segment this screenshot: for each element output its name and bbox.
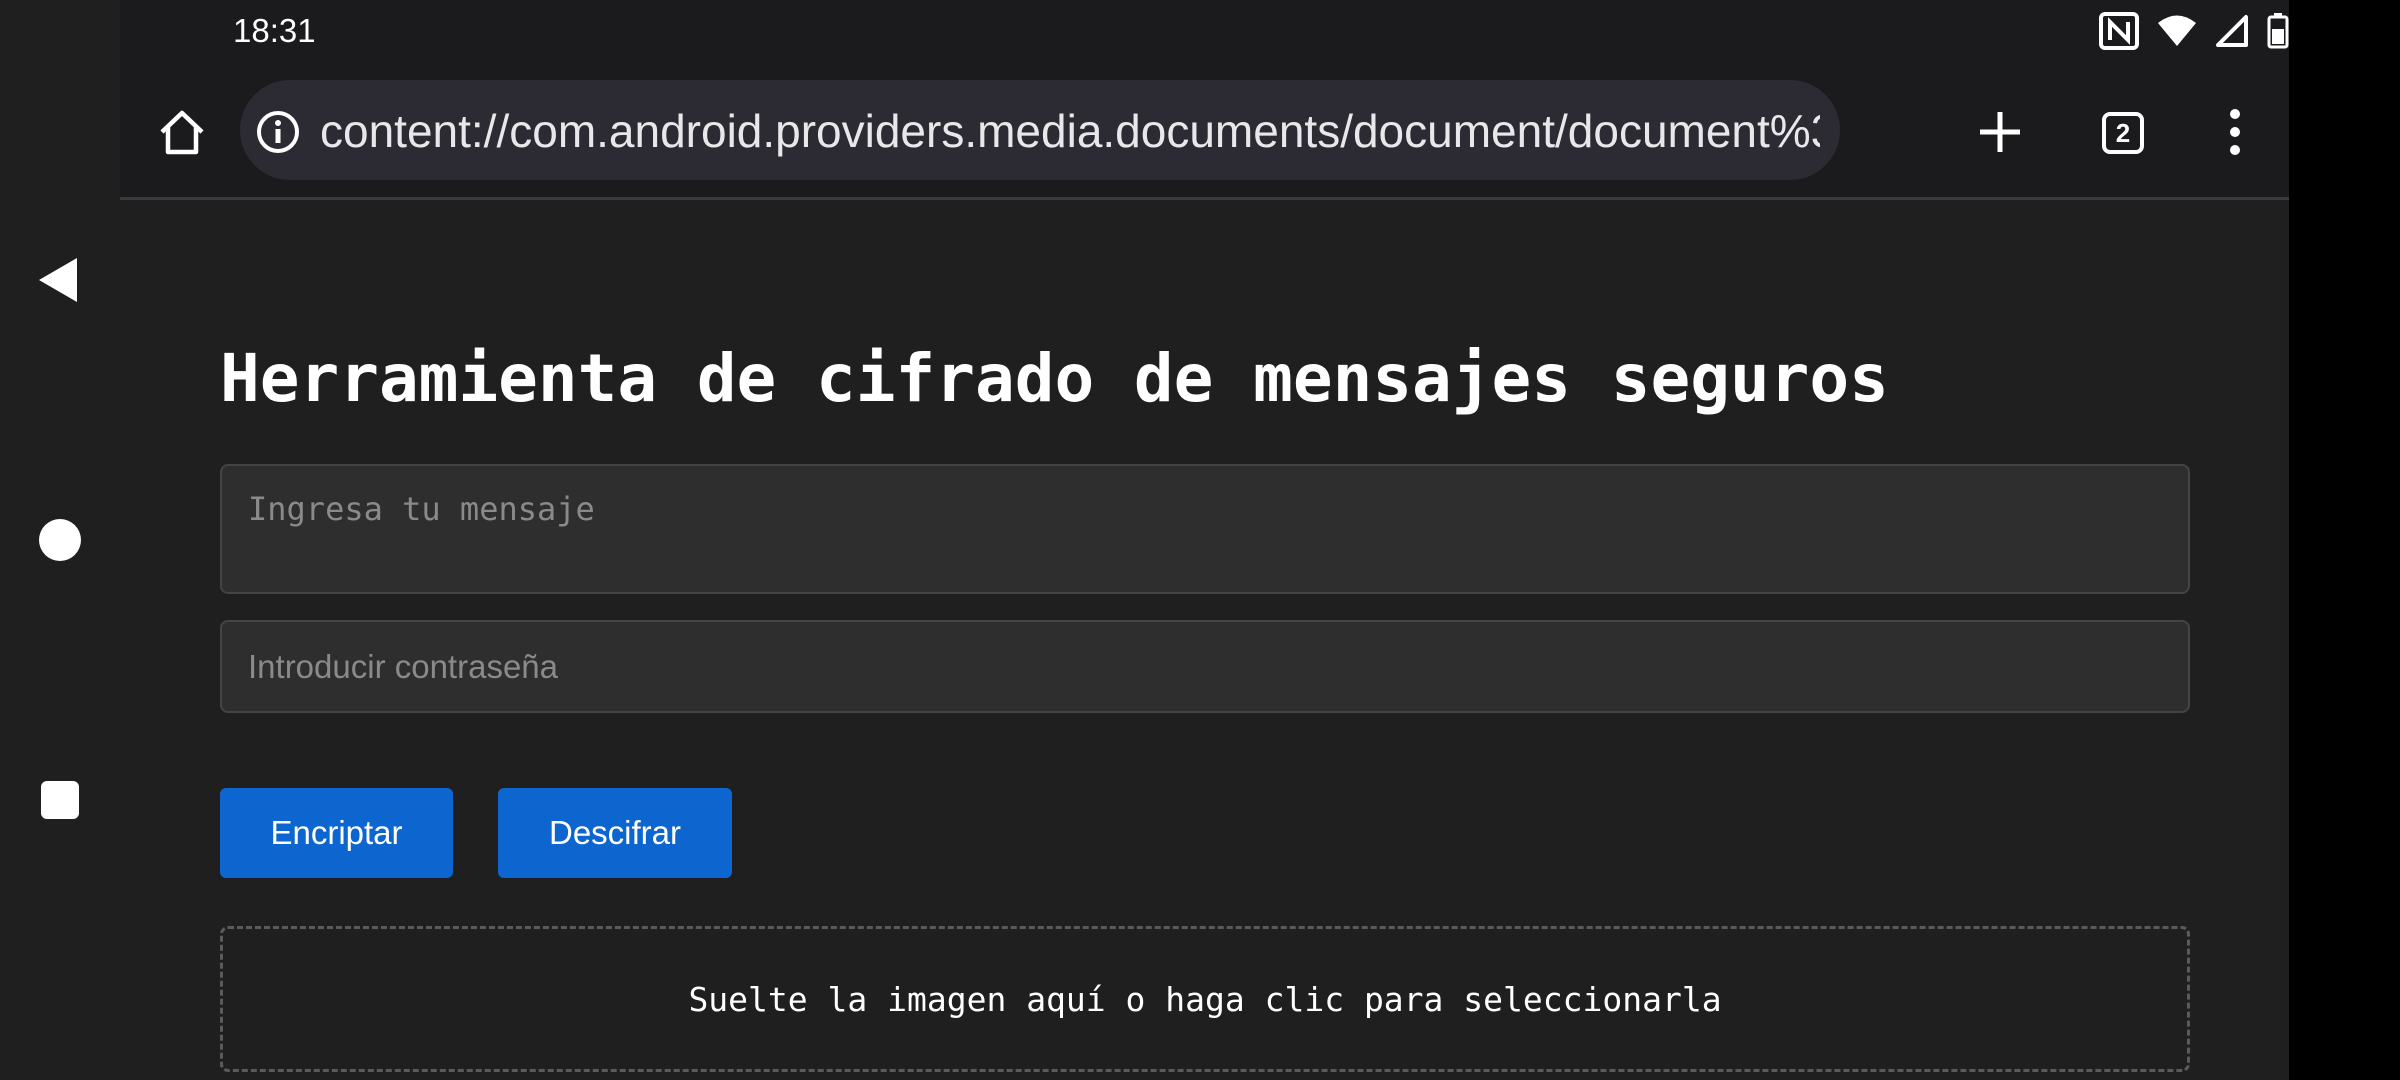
- address-bar[interactable]: content://com.android.providers.media.do…: [240, 80, 1840, 180]
- status-icons: [2099, 12, 2289, 50]
- nfc-icon: [2099, 12, 2139, 50]
- info-icon[interactable]: [256, 110, 300, 154]
- home-icon[interactable]: [150, 100, 214, 164]
- tab-count: 2: [2102, 112, 2144, 154]
- message-input[interactable]: [220, 464, 2190, 594]
- password-input[interactable]: [220, 620, 2190, 713]
- status-time: 18:31: [233, 12, 316, 49]
- page-title: Herramienta de cifrado de mensajes segur…: [220, 340, 1889, 417]
- browser-toolbar: content://com.android.providers.media.do…: [120, 62, 2289, 200]
- encrypt-button[interactable]: Encriptar: [220, 788, 453, 878]
- web-page: Herramienta de cifrado de mensajes segur…: [120, 200, 2289, 1080]
- drop-zone-label: Suelte la imagen aquí o haga clic para s…: [688, 979, 1722, 1019]
- wifi-icon: [2158, 15, 2196, 46]
- home-circle-icon[interactable]: [30, 510, 90, 570]
- tabs-icon[interactable]: 2: [2086, 96, 2160, 170]
- url-text[interactable]: content://com.android.providers.media.do…: [320, 104, 1820, 158]
- status-bar: 18:31: [120, 0, 2289, 62]
- recents-icon[interactable]: [30, 770, 90, 830]
- overflow-menu-icon[interactable]: [2210, 92, 2260, 172]
- system-navigation-bar: [0, 0, 120, 1080]
- cellular-signal-icon: [2216, 15, 2248, 47]
- battery-icon: [2267, 13, 2289, 49]
- back-icon[interactable]: [30, 250, 90, 310]
- decrypt-button[interactable]: Descifrar: [498, 788, 732, 878]
- image-drop-zone[interactable]: Suelte la imagen aquí o haga clic para s…: [220, 926, 2190, 1072]
- plus-icon[interactable]: [1960, 92, 2040, 172]
- screen-edge: [2289, 0, 2400, 1080]
